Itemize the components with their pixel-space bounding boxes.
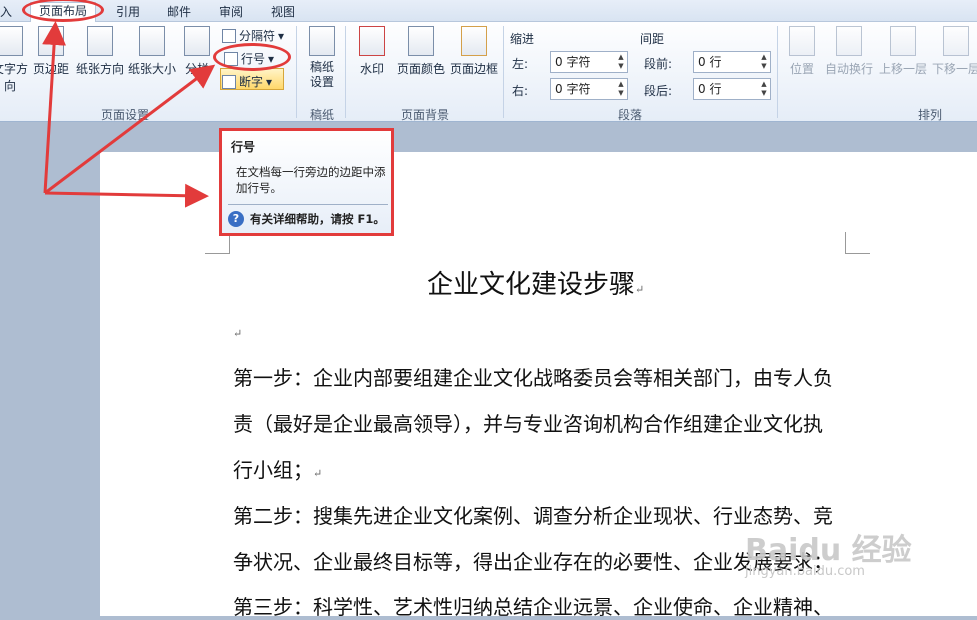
tooltip-help: ? 有关详细帮助，请按 F1。: [228, 211, 385, 227]
text-direction-button[interactable]: 文字方向: [0, 26, 30, 94]
baidu-watermark-url: jingyan.baidu.com: [745, 564, 865, 579]
paragraph-group-label: 段落: [617, 108, 642, 122]
columns-label: 分栏: [184, 62, 209, 76]
empty-paragraph: ↵: [233, 327, 243, 340]
paragraph-line: 行小组；↵: [233, 458, 323, 482]
page-background-group-label: 页面背景: [400, 108, 449, 122]
indent-title: 缩进: [510, 32, 535, 46]
indent-right-label: 右:: [512, 84, 529, 98]
tooltip-divider: [228, 204, 388, 205]
page-setup-group-label: 页面设置: [100, 108, 149, 122]
hyphenation-label: 断字: [239, 75, 264, 89]
manuscript-icon: [309, 26, 335, 56]
annotation-circle-line-numbers: [213, 43, 291, 71]
indent-left-value: 0 字符: [555, 55, 591, 69]
left-canvas-margin: [0, 122, 100, 616]
spacing-before-input[interactable]: 0 行 ▲ ▼: [693, 51, 771, 73]
send-backward-label: 下移一层: [931, 62, 977, 76]
paragraph-line: 第二步：搜集先进企业文化案例、调查分析企业现状、行业态势、竞: [233, 504, 833, 528]
paragraph-line: 第一步：企业内部要组建企业文化战略委员会等相关部门，由专人负: [233, 366, 833, 390]
tab-references[interactable]: 引用: [116, 3, 140, 20]
margin-corner-mark: [845, 232, 870, 254]
help-icon: ?: [228, 211, 244, 227]
tab-mailings[interactable]: 邮件: [167, 3, 191, 20]
wrap-text-label: 自动换行: [824, 62, 873, 76]
columns-icon: [184, 26, 210, 56]
breaks-label: 分隔符: [239, 29, 276, 43]
manuscript-group-label: 稿纸: [309, 108, 334, 122]
spacing-after-label: 段后:: [644, 84, 673, 98]
bring-forward-label: 上移一层: [878, 62, 927, 76]
page-size-label: 纸张大小: [127, 62, 176, 76]
position-icon: [789, 26, 815, 56]
manuscript-settings-button[interactable]: 稿纸设置: [303, 26, 341, 90]
line-numbers-tooltip: 行号 在文档每一行旁边的边距中添加行号。 ? 有关详细帮助，请按 F1。: [219, 128, 394, 236]
watermark-label: 水印: [359, 62, 384, 76]
margins-label: 页边距: [32, 62, 69, 76]
hyphenation-button[interactable]: 断字 ▾: [222, 73, 272, 90]
breaks-button[interactable]: 分隔符 ▾: [222, 27, 284, 44]
tooltip-help-text: 有关详细帮助，请按 F1。: [250, 212, 385, 226]
tooltip-description: 在文档每一行旁边的边距中添加行号。: [236, 165, 386, 195]
indent-right-input[interactable]: 0 字符 ▲ ▼: [550, 78, 628, 100]
position-label: 位置: [789, 62, 814, 76]
send-backward-button[interactable]: 下移一层: [930, 26, 977, 77]
spinner-icon[interactable]: ▲ ▼: [759, 53, 769, 71]
page-borders-label: 页面边框: [449, 62, 498, 76]
text-direction-icon: [0, 26, 23, 56]
watermark-button[interactable]: 水印: [355, 26, 389, 77]
spinner-icon[interactable]: ▲ ▼: [616, 53, 626, 71]
document-title: 企业文化建设步骤↵: [427, 270, 645, 300]
ribbon-tab-bar: 入 页面布局 引用 邮件 审阅 视图: [0, 0, 977, 22]
paragraph-line: 责（最好是企业最高领导），并与专业咨询机构合作组建企业文化执: [233, 412, 823, 436]
page-color-icon: [408, 26, 434, 56]
bring-forward-icon: [890, 26, 916, 56]
group-separator: [777, 26, 778, 118]
spinner-icon[interactable]: ▲ ▼: [759, 80, 769, 98]
spacing-after-input[interactable]: 0 行 ▲ ▼: [693, 78, 771, 100]
spacing-before-value: 0 行: [698, 55, 722, 69]
tab-insert[interactable]: 入: [0, 3, 12, 20]
send-backward-icon: [943, 26, 969, 56]
group-separator: [503, 26, 504, 118]
ribbon: 文字方向 页边距 纸张方向 纸张大小 分栏 分隔符▾ 行号▾ 断字▾ 页面设置 …: [0, 22, 977, 122]
margins-icon: [38, 26, 64, 56]
spacing-before-label: 段前:: [644, 57, 673, 71]
bring-forward-button[interactable]: 上移一层: [877, 26, 929, 77]
position-button[interactable]: 位置: [785, 26, 819, 77]
page-size-button[interactable]: 纸张大小: [127, 26, 177, 77]
indent-left-input[interactable]: 0 字符 ▲ ▼: [550, 51, 628, 73]
hyphenation-icon: [222, 74, 236, 89]
indent-right-value: 0 字符: [555, 82, 591, 96]
text-direction-label: 文字方向: [0, 62, 28, 93]
tooltip-title: 行号: [231, 140, 256, 154]
group-separator: [345, 26, 346, 118]
wrap-text-button[interactable]: 自动换行: [822, 26, 876, 77]
page-color-button[interactable]: 页面颜色: [395, 26, 447, 77]
page-borders-icon: [461, 26, 487, 56]
tab-view[interactable]: 视图: [271, 3, 295, 20]
indent-left-label: 左:: [512, 57, 529, 71]
paragraph-line: 争状况、企业最终目标等，得出企业存在的必要性、企业发展要求；: [233, 550, 833, 574]
group-separator: [296, 26, 297, 118]
orientation-icon: [87, 26, 113, 56]
orientation-label: 纸张方向: [75, 62, 124, 76]
baidu-watermark: Baidu 经验: [745, 533, 912, 568]
columns-button[interactable]: 分栏: [182, 26, 212, 77]
arrange-group-label: 排列: [917, 108, 942, 122]
spacing-title: 间距: [640, 32, 665, 46]
spinner-icon[interactable]: ▲ ▼: [616, 80, 626, 98]
orientation-button[interactable]: 纸张方向: [73, 26, 127, 77]
watermark-icon: [359, 26, 385, 56]
page-borders-button[interactable]: 页面边框: [449, 26, 499, 77]
wrap-text-icon: [836, 26, 862, 56]
margins-button[interactable]: 页边距: [31, 26, 71, 77]
page-color-label: 页面颜色: [396, 62, 445, 76]
spacing-after-value: 0 行: [698, 82, 722, 96]
page-size-icon: [139, 26, 165, 56]
breaks-icon: [222, 28, 236, 43]
tab-review[interactable]: 审阅: [219, 3, 243, 20]
manuscript-settings-label: 稿纸设置: [309, 60, 334, 89]
